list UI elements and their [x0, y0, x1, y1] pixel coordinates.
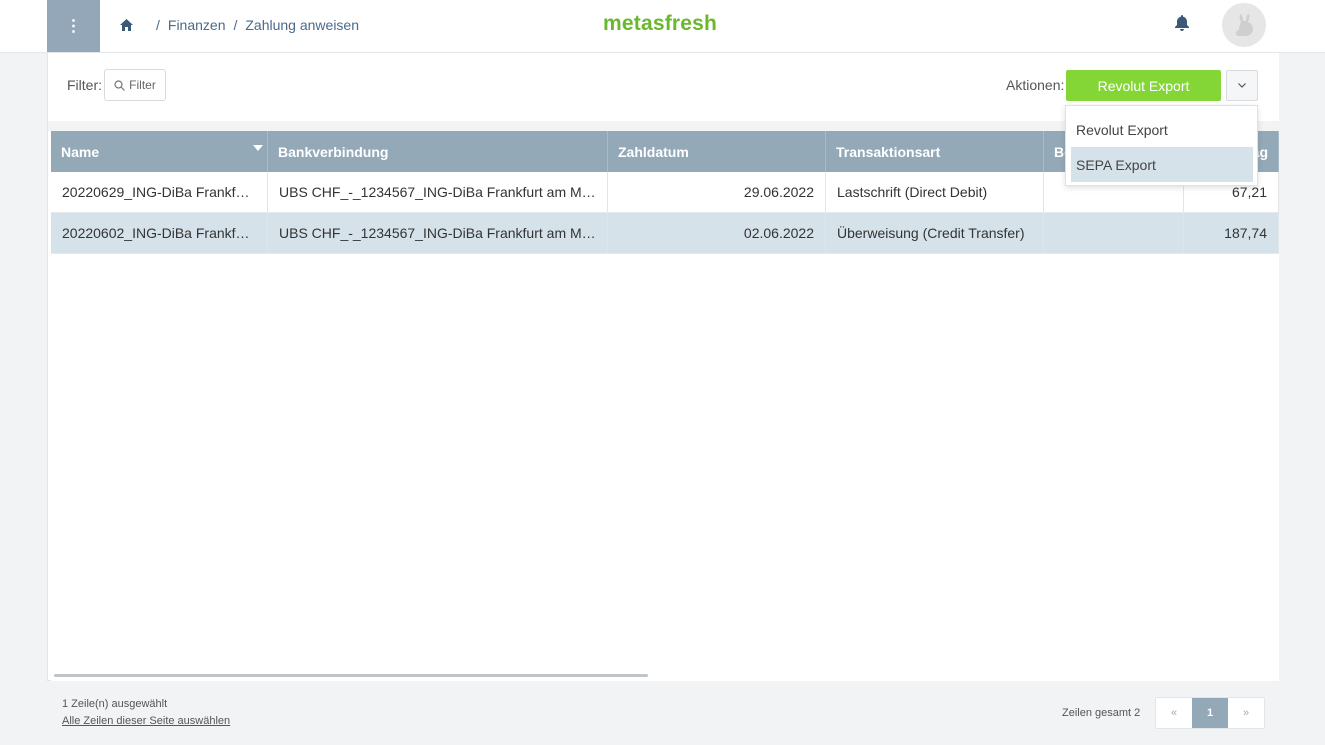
column-header-transaktionsart[interactable]: Transaktionsart: [826, 131, 1044, 172]
pagination: « 1 »: [1155, 697, 1265, 729]
sort-desc-icon[interactable]: [253, 145, 263, 151]
total-rows: Zeilen gesamt 2: [1062, 707, 1141, 719]
chevron-down-icon: [1238, 83, 1246, 88]
top-header: ⋮ / Finanzen / Zahlung anweisen metasfre…: [0, 0, 1325, 53]
pagination-next[interactable]: »: [1228, 698, 1264, 728]
breadcrumb-separator: /: [233, 17, 238, 33]
table-row[interactable]: 20220602_ING-DiBa Frankfurt am Main UBS …: [51, 213, 1279, 254]
home-icon[interactable]: [118, 17, 134, 33]
column-header-bankverbindung[interactable]: Bankverbindung: [268, 131, 608, 172]
cell-name: 20220602_ING-DiBa Frankfurt am Main: [51, 213, 268, 253]
cell-transaktionsart: Lastschrift (Direct Debit): [826, 172, 1044, 212]
table-footer: 1 Zeile(n) ausgewählt Alle Zeilen dieser…: [47, 681, 1278, 745]
cell-zahldatum: 02.06.2022: [608, 213, 826, 253]
select-all-link[interactable]: Alle Zeilen dieser Seite auswählen: [62, 715, 230, 727]
filter-button[interactable]: Filter: [104, 69, 166, 101]
pagination-page-current[interactable]: 1: [1192, 698, 1228, 728]
menu-item-revolut-export[interactable]: Revolut Export: [1071, 112, 1253, 147]
menu-button[interactable]: ⋮: [47, 0, 100, 52]
revolut-export-button[interactable]: Revolut Export: [1066, 70, 1221, 101]
breadcrumb-zahlung-anweisen[interactable]: Zahlung anweisen: [245, 17, 359, 33]
breadcrumb-finanzen[interactable]: Finanzen: [168, 17, 226, 33]
user-avatar[interactable]: [1222, 3, 1266, 47]
cell-betrag: 187,74: [1184, 213, 1279, 253]
cell-name: 20220629_ING-DiBa Frankfurt am Main: [51, 172, 268, 212]
cell-bankverbindung: UBS CHF_-_1234567_ING-DiBa Frankfurt am …: [268, 172, 608, 212]
notification-bell-icon[interactable]: [1175, 15, 1191, 33]
search-icon: [114, 79, 126, 91]
kebab-menu-icon: ⋮: [65, 18, 82, 35]
cell-zahldatum: 29.06.2022: [608, 172, 826, 212]
cell-transaktionsart: Überweisung (Credit Transfer): [826, 213, 1044, 253]
filter-label: Filter:: [67, 77, 102, 93]
app-logo[interactable]: metasfresh: [603, 12, 717, 36]
menu-item-sepa-export[interactable]: SEPA Export: [1071, 147, 1253, 182]
pagination-prev[interactable]: «: [1156, 698, 1192, 728]
breadcrumb-separator: /: [156, 17, 160, 33]
filter-button-label: Filter: [129, 78, 156, 92]
rabbit-icon: [1236, 14, 1253, 36]
cell-be: [1044, 213, 1184, 253]
actions-label: Aktionen:: [1006, 77, 1065, 93]
actions-dropdown-toggle[interactable]: [1226, 70, 1258, 101]
cell-bankverbindung: UBS CHF_-_1234567_ING-DiBa Frankfurt am …: [268, 213, 608, 253]
selection-count: 1 Zeile(n) ausgewählt: [62, 698, 168, 710]
column-header-zahldatum[interactable]: Zahldatum: [608, 131, 826, 172]
breadcrumb: / Finanzen / Zahlung anweisen: [156, 17, 359, 33]
payments-table: Name Bankverbindung Zahldatum Transaktio…: [51, 131, 1279, 681]
horizontal-scrollbar[interactable]: [54, 674, 648, 677]
column-header-name[interactable]: Name: [51, 131, 268, 172]
actions-dropdown-menu: Revolut Export SEPA Export: [1065, 105, 1258, 186]
